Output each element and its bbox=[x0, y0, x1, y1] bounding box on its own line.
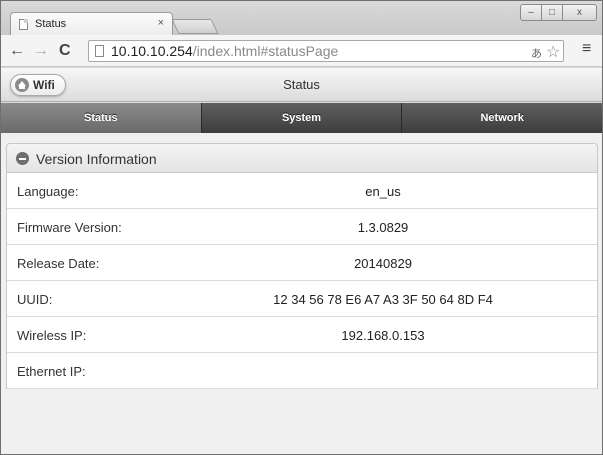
address-bar[interactable]: 10.10.10.254/index.html#statusPage あ ☆ bbox=[88, 40, 564, 62]
content-area: Version Information Language: en_us Firm… bbox=[1, 133, 602, 454]
tab-network[interactable]: Network bbox=[402, 103, 602, 133]
page-header: Wifi Status bbox=[1, 68, 602, 102]
browser-tab[interactable]: Status × bbox=[10, 12, 173, 36]
info-row-ethernet-ip: Ethernet IP: bbox=[7, 353, 597, 389]
browser-toolbar: ← → C 10.10.10.254/index.html#statusPage… bbox=[1, 35, 602, 67]
page-icon bbox=[19, 19, 28, 30]
menu-icon[interactable]: ≡ bbox=[582, 40, 591, 58]
url-path: /index.html#statusPage bbox=[192, 43, 339, 59]
info-row-uuid: UUID: 12 34 56 78 E6 A7 A3 3F 50 64 8D F… bbox=[7, 281, 597, 317]
row-label: Ethernet IP: bbox=[17, 364, 86, 379]
url-host: 10.10.10.254 bbox=[111, 43, 193, 59]
row-label: Wireless IP: bbox=[17, 328, 87, 343]
tab-system[interactable]: System bbox=[201, 103, 403, 133]
version-info-section: Version Information Language: en_us Firm… bbox=[6, 143, 598, 393]
page-title: Status bbox=[283, 77, 320, 92]
browser-window: Status × – □ x ← → C 10.10.10.254/index.… bbox=[0, 0, 603, 455]
row-value: en_us bbox=[365, 184, 401, 199]
forward-icon[interactable]: → bbox=[33, 41, 49, 61]
info-row-wireless-ip: Wireless IP: 192.168.0.153 bbox=[7, 317, 597, 353]
back-icon[interactable]: ← bbox=[9, 41, 25, 61]
reload-icon[interactable]: C bbox=[59, 41, 71, 61]
row-value: 1.3.0829 bbox=[357, 220, 409, 235]
row-label: UUID: bbox=[17, 292, 53, 307]
row-label: Release Date: bbox=[17, 256, 100, 271]
web-page: Wifi Status Status System Network Versio… bbox=[1, 68, 602, 454]
row-label: Firmware Version: bbox=[17, 220, 122, 235]
info-row-release-date: Release Date: 20140829 bbox=[7, 245, 597, 281]
info-row-firmware: Firmware Version: 1.3.0829 bbox=[7, 209, 597, 245]
info-row-language: Language: en_us bbox=[7, 173, 597, 209]
tab-close-icon[interactable]: × bbox=[158, 17, 164, 29]
maximize-button[interactable]: □ bbox=[541, 4, 563, 21]
new-tab-button[interactable] bbox=[171, 19, 219, 34]
close-window-button[interactable]: x bbox=[562, 4, 597, 21]
page-icon bbox=[95, 45, 104, 57]
section-header[interactable]: Version Information bbox=[6, 143, 598, 173]
tab-title: Status bbox=[35, 18, 67, 30]
url-text: 10.10.10.254/index.html#statusPage bbox=[111, 43, 338, 59]
title-bar: Status × – □ x bbox=[1, 1, 602, 36]
tab-status[interactable]: Status bbox=[1, 103, 202, 133]
nav-bar: Status System Network bbox=[1, 103, 602, 133]
row-value: 20140829 bbox=[354, 256, 412, 271]
collapse-icon bbox=[16, 152, 29, 165]
row-value: 192.168.0.153 bbox=[341, 328, 425, 343]
row-value: 12 34 56 78 E6 A7 A3 3F 50 64 8D F4 bbox=[273, 292, 493, 307]
minimize-button[interactable]: – bbox=[520, 4, 542, 21]
translate-icon[interactable]: あ bbox=[531, 45, 542, 61]
row-label: Language: bbox=[17, 184, 79, 199]
info-list: Language: en_us Firmware Version: 1.3.08… bbox=[6, 173, 598, 389]
section-title: Version Information bbox=[36, 151, 157, 167]
star-icon[interactable]: ☆ bbox=[546, 42, 560, 62]
